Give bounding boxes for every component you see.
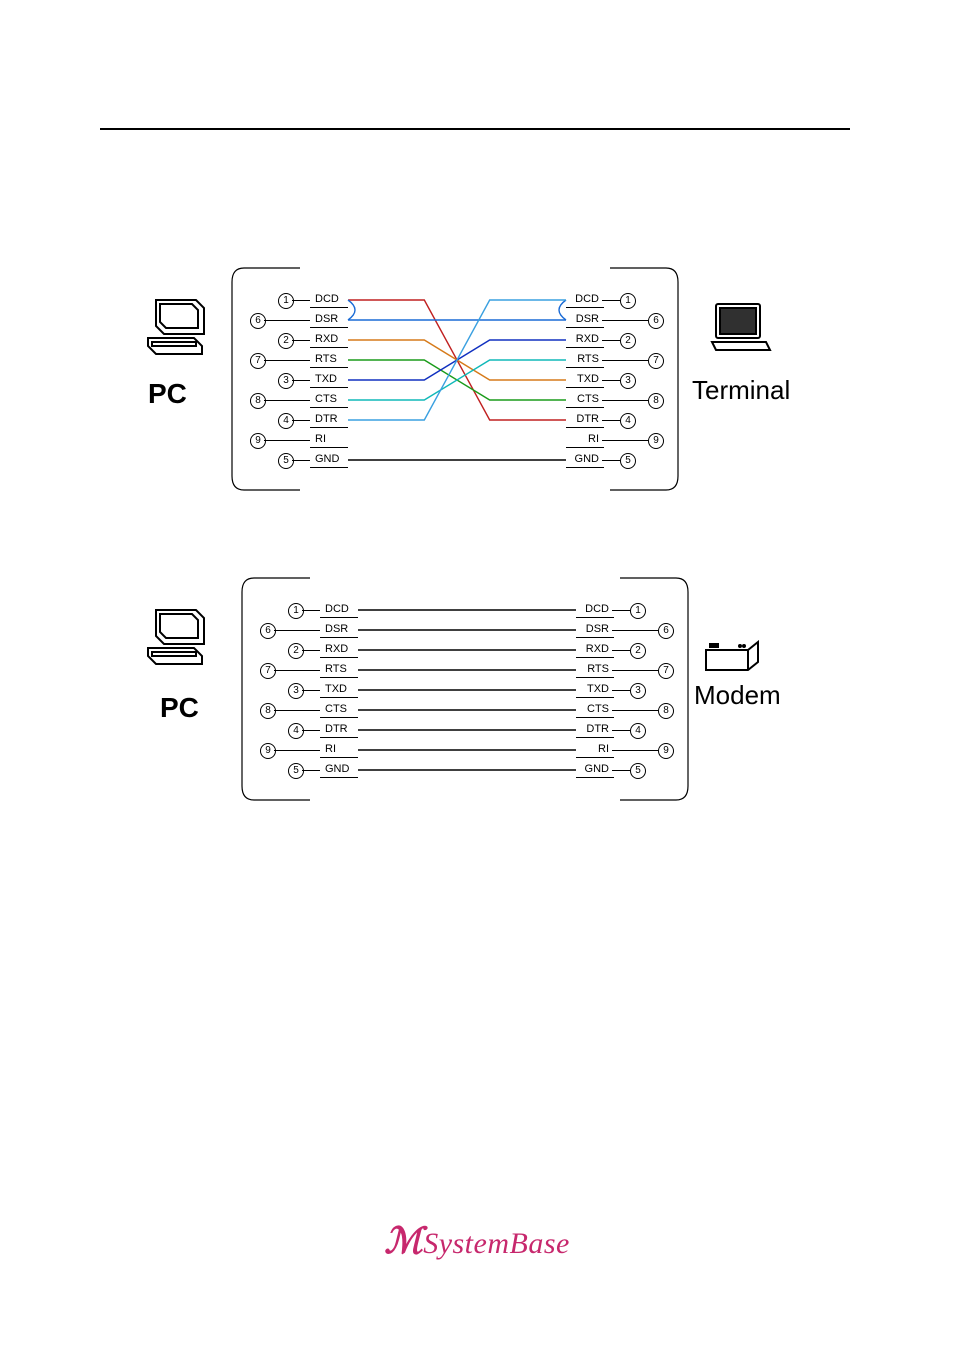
signal-right-CTS: CTS — [570, 393, 600, 405]
signal-left-RTS: RTS — [314, 353, 338, 365]
signal-left-DTR: DTR — [324, 723, 349, 735]
signal-left-RI: RI — [324, 743, 337, 755]
pin-right-6: 6 — [658, 623, 674, 639]
signal-right-GND: GND — [580, 763, 610, 775]
pin-right-3: 3 — [620, 373, 636, 389]
footer-logo: ℳSystemBase — [0, 1220, 954, 1262]
signal-left-DSR: DSR — [324, 623, 349, 635]
pin-right-1: 1 — [620, 293, 636, 309]
right-device-label: Modem — [694, 680, 781, 711]
pin-right-5: 5 — [630, 763, 646, 779]
signal-right-DSR: DSR — [580, 623, 610, 635]
pin-left-3: 3 — [288, 683, 304, 699]
pin-right-6: 6 — [648, 313, 664, 329]
signal-right-TXD: TXD — [570, 373, 600, 385]
header-divider — [100, 128, 850, 130]
pin-left-7: 7 — [260, 663, 276, 679]
pin-right-7: 7 — [658, 663, 674, 679]
pin-right-9: 9 — [658, 743, 674, 759]
diagram-pc-modem: PC Modem 1 DCD 1 DCD 6 DSR 6 DSR 2 RXD 2 RXD 7 RTS 7 RT… — [0, 570, 954, 810]
pin-right-7: 7 — [648, 353, 664, 369]
pin-left-4: 4 — [288, 723, 304, 739]
pin-right-4: 4 — [630, 723, 646, 739]
right-device-label: Terminal — [692, 375, 790, 406]
signal-right-DCD: DCD — [570, 293, 600, 305]
signal-left-GND: GND — [314, 453, 340, 465]
signal-left-RTS: RTS — [324, 663, 348, 675]
pin-left-5: 5 — [278, 453, 294, 469]
terminal-icon — [710, 300, 772, 356]
signal-left-CTS: CTS — [314, 393, 338, 405]
pin-left-2: 2 — [288, 643, 304, 659]
left-device-label: PC — [160, 692, 199, 724]
signal-right-RXD: RXD — [580, 643, 610, 655]
signal-left-CTS: CTS — [324, 703, 348, 715]
signal-right-RTS: RTS — [570, 353, 600, 365]
pin-right-8: 8 — [648, 393, 664, 409]
signal-right-RXD: RXD — [570, 333, 600, 345]
signal-left-TXD: TXD — [324, 683, 348, 695]
signal-right-DTR: DTR — [570, 413, 600, 425]
pin-left-1: 1 — [278, 293, 294, 309]
signal-left-RXD: RXD — [324, 643, 349, 655]
signal-left-RXD: RXD — [314, 333, 339, 345]
pin-left-6: 6 — [260, 623, 276, 639]
pin-right-9: 9 — [648, 433, 664, 449]
signal-right-RTS: RTS — [580, 663, 610, 675]
signal-right-DSR: DSR — [570, 313, 600, 325]
signal-left-DCD: DCD — [314, 293, 340, 305]
signal-right-CTS: CTS — [580, 703, 610, 715]
pin-left-9: 9 — [250, 433, 266, 449]
pc-icon — [138, 604, 218, 674]
pin-left-3: 3 — [278, 373, 294, 389]
pin-left-9: 9 — [260, 743, 276, 759]
signal-left-GND: GND — [324, 763, 350, 775]
pin-right-3: 3 — [630, 683, 646, 699]
pin-left-1: 1 — [288, 603, 304, 619]
pin-left-8: 8 — [250, 393, 266, 409]
left-device-label: PC — [148, 378, 187, 410]
signal-right-TXD: TXD — [580, 683, 610, 695]
pin-right-8: 8 — [658, 703, 674, 719]
pin-left-2: 2 — [278, 333, 294, 349]
signal-right-DCD: DCD — [580, 603, 610, 615]
pin-left-5: 5 — [288, 763, 304, 779]
signal-left-TXD: TXD — [314, 373, 338, 385]
pin-left-8: 8 — [260, 703, 276, 719]
pin-left-6: 6 — [250, 313, 266, 329]
pin-right-4: 4 — [620, 413, 636, 429]
diagram-pc-terminal: PC Terminal 1 DCD 1 DCD 6 DSR 6 DSR 2 RXD 2 RXD 7 RTS… — [0, 260, 954, 500]
signal-left-DTR: DTR — [314, 413, 339, 425]
signal-right-DTR: DTR — [580, 723, 610, 735]
pin-right-1: 1 — [630, 603, 646, 619]
signal-left-RI: RI — [314, 433, 327, 445]
logo-text: SystemBase — [423, 1227, 570, 1260]
pin-right-2: 2 — [630, 643, 646, 659]
modem-icon — [702, 640, 764, 674]
pin-left-7: 7 — [250, 353, 266, 369]
logo-mark: ℳ — [384, 1221, 423, 1261]
pin-right-2: 2 — [620, 333, 636, 349]
pin-right-5: 5 — [620, 453, 636, 469]
signal-left-DCD: DCD — [324, 603, 350, 615]
pin-left-4: 4 — [278, 413, 294, 429]
signal-right-GND: GND — [570, 453, 600, 465]
pc-icon — [138, 294, 218, 364]
signal-right-RI: RI — [570, 433, 600, 445]
signal-left-DSR: DSR — [314, 313, 339, 325]
signal-right-RI: RI — [580, 743, 610, 755]
